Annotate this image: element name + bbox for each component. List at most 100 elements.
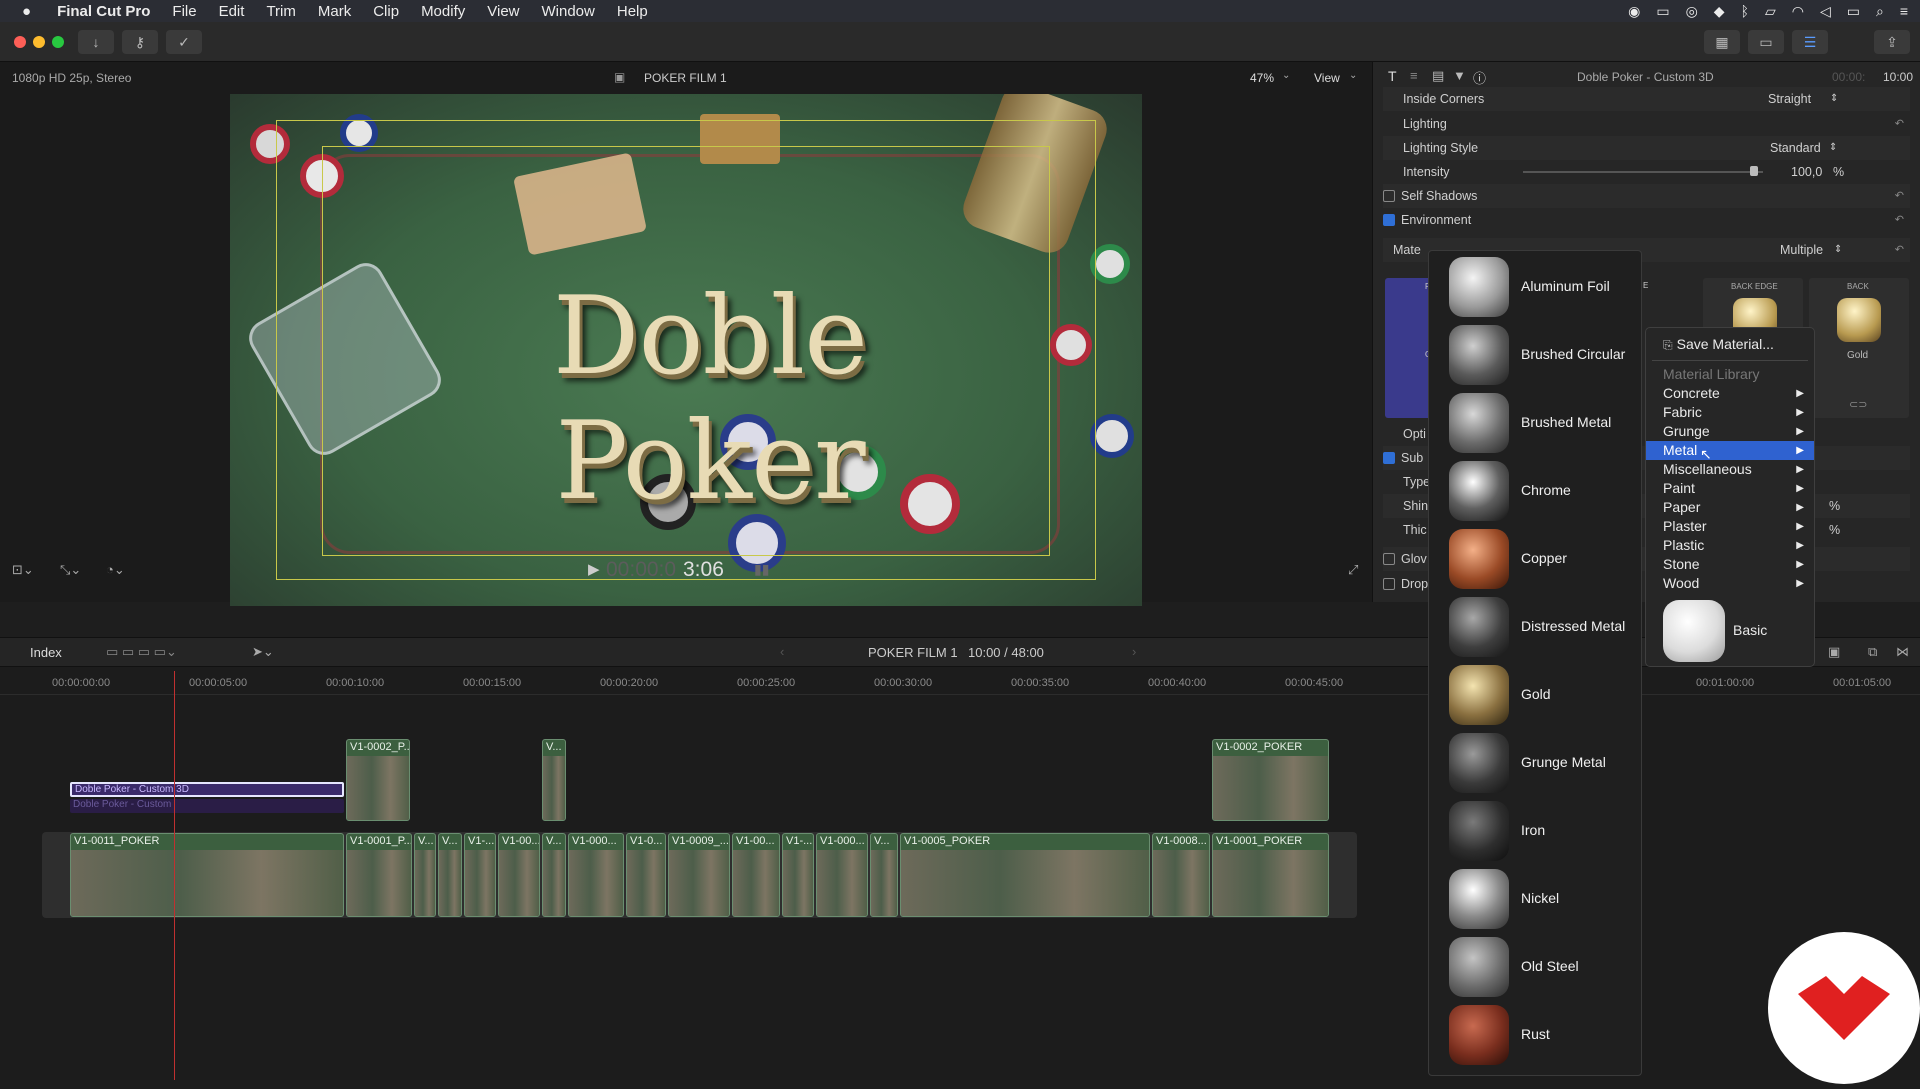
menu-item-basic[interactable]: Basic bbox=[1646, 598, 1814, 662]
speed-icon[interactable]: ◔⌄ bbox=[106, 562, 125, 578]
material-rust[interactable]: Rust bbox=[1449, 1005, 1639, 1065]
forward-arrow-icon[interactable]: › bbox=[1132, 644, 1136, 659]
menu-clip[interactable]: Clip bbox=[373, 3, 399, 20]
close-window-button[interactable] bbox=[14, 36, 26, 48]
view-options-icon[interactable]: ⊡⌄ bbox=[12, 562, 34, 578]
self-shadows-checkbox[interactable] bbox=[1383, 190, 1395, 202]
storyline-clip[interactable]: V1-00... bbox=[732, 833, 780, 917]
timeline-toggle-button[interactable]: ▭ bbox=[1748, 30, 1784, 54]
creative-cloud-icon[interactable]: ◎ bbox=[1686, 3, 1698, 20]
bluetooth-icon[interactable]: ᛒ bbox=[1741, 3, 1749, 20]
dropbox-icon[interactable]: ◆ bbox=[1714, 3, 1725, 20]
volume-icon[interactable]: ◁ bbox=[1820, 3, 1831, 20]
material-aluminum-foil[interactable]: Aluminum Foil bbox=[1449, 257, 1639, 317]
material-brushed-metal[interactable]: Brushed Metal bbox=[1449, 393, 1639, 453]
index-button[interactable]: Index bbox=[30, 645, 62, 660]
storyline-clip[interactable]: V... bbox=[438, 833, 462, 917]
text-inspector-icon[interactable]: ≡ bbox=[1410, 68, 1418, 83]
clip-appearance-icon[interactable]: ▣ bbox=[1828, 644, 1840, 660]
menu-window[interactable]: Window bbox=[542, 3, 595, 20]
menu-item-wood[interactable]: Wood ▶ bbox=[1646, 574, 1814, 593]
import-button[interactable]: ↓ bbox=[78, 30, 114, 54]
search-icon[interactable]: ⌕ bbox=[1876, 3, 1884, 20]
material-copper[interactable]: Copper bbox=[1449, 529, 1639, 589]
screen-icon[interactable]: ▭ bbox=[1656, 3, 1669, 20]
reset-icon[interactable]: ↶ bbox=[1895, 208, 1904, 232]
color-inspector-icon[interactable]: ▼ bbox=[1453, 68, 1466, 83]
3d-title-text[interactable]: Doble Poker bbox=[400, 274, 1020, 524]
material-gold[interactable]: Gold bbox=[1449, 665, 1639, 725]
video-inspector-icon[interactable]: ▤ bbox=[1432, 68, 1444, 84]
material-popup[interactable]: Multiple bbox=[1780, 238, 1823, 262]
timecode-display[interactable]: 3:06 bbox=[683, 558, 724, 582]
storyline-clip[interactable]: V1-0001_POKER bbox=[1212, 833, 1329, 917]
menu-item-stone[interactable]: Stone ▶ bbox=[1646, 555, 1814, 574]
lighting-row[interactable]: Lighting ↶ bbox=[1383, 112, 1910, 136]
back-material-well[interactable]: BACK Gold bbox=[1809, 278, 1909, 418]
fullscreen-icon[interactable]: ⤢ bbox=[1348, 562, 1358, 578]
material-distressed-metal[interactable]: Distressed Metal bbox=[1449, 597, 1639, 657]
transform-icon[interactable]: ⤡⌄ bbox=[60, 562, 81, 578]
transitions-icon[interactable]: ⋈ bbox=[1896, 644, 1909, 660]
share-button[interactable]: ⇪ bbox=[1874, 30, 1910, 54]
storyline-clip[interactable]: V... bbox=[542, 833, 566, 917]
record-icon[interactable]: ◉ bbox=[1628, 3, 1640, 20]
edit-buttons-icon[interactable]: ▭ ▭ ▭ ▭⌄ bbox=[106, 644, 177, 660]
menu-item-paper[interactable]: Paper ▶ bbox=[1646, 498, 1814, 517]
back-arrow-icon[interactable]: ‹ bbox=[780, 644, 784, 659]
battery-icon[interactable]: ▭ bbox=[1847, 3, 1860, 20]
background-tasks-button[interactable]: ✓ bbox=[166, 30, 202, 54]
material-brushed-circular[interactable]: Brushed Circular bbox=[1449, 325, 1639, 385]
connected-clip[interactable]: V1-0002_POKER bbox=[1212, 739, 1329, 821]
app-menu[interactable]: Final Cut Pro bbox=[57, 3, 150, 20]
zoom-dropdown[interactable]: 47% bbox=[1250, 71, 1274, 85]
storyline-clip[interactable]: V1-0008... bbox=[1152, 833, 1210, 917]
menu-item-paint[interactable]: Paint ▶ bbox=[1646, 479, 1814, 498]
storyline-clip[interactable]: V1-0001_P... bbox=[346, 833, 412, 917]
view-dropdown[interactable]: View bbox=[1314, 71, 1340, 85]
storyline-clip[interactable]: V1-00... bbox=[498, 833, 540, 917]
info-icon[interactable]: ⓘ bbox=[1473, 68, 1486, 87]
play-icon[interactable]: ▶ bbox=[588, 560, 600, 578]
keyword-button[interactable]: ⚷ bbox=[122, 30, 158, 54]
storyline-clip[interactable]: V1-000... bbox=[568, 833, 624, 917]
menu-view[interactable]: View bbox=[487, 3, 519, 20]
title-inspector-icon[interactable]: T bbox=[1388, 68, 1397, 84]
material-chrome[interactable]: Chrome bbox=[1449, 461, 1639, 521]
menu-item-plaster[interactable]: Plaster ▶ bbox=[1646, 517, 1814, 536]
storyline-clip[interactable]: V... bbox=[870, 833, 898, 917]
menu-file[interactable]: File bbox=[172, 3, 196, 20]
browser-toggle-button[interactable]: ▦ bbox=[1704, 30, 1740, 54]
connected-clip[interactable]: V1-0002_P... bbox=[346, 739, 410, 821]
menu-modify[interactable]: Modify bbox=[421, 3, 465, 20]
connected-clip[interactable]: V... bbox=[542, 739, 566, 821]
menu-item-plastic[interactable]: Plastic ▶ bbox=[1646, 536, 1814, 555]
menu-item-concrete[interactable]: Concrete ▶ bbox=[1646, 384, 1814, 403]
reset-icon[interactable]: ↶ bbox=[1895, 184, 1904, 208]
title-clip-selected[interactable]: Doble Poker - Custom 3D bbox=[70, 782, 344, 797]
wifi-icon[interactable]: ◠ bbox=[1792, 3, 1804, 20]
menu-item-metal[interactable]: Metal ▶ bbox=[1646, 441, 1814, 460]
apple-icon[interactable]: ● bbox=[22, 3, 31, 20]
playhead[interactable] bbox=[174, 671, 175, 1080]
substance-checkbox[interactable] bbox=[1383, 452, 1395, 464]
menu-extras-icon[interactable]: ≡ bbox=[1900, 3, 1908, 20]
storyline-clip[interactable]: V1-0005_POKER bbox=[900, 833, 1150, 917]
menu-help[interactable]: Help bbox=[617, 3, 648, 20]
menu-trim[interactable]: Trim bbox=[266, 3, 295, 20]
menu-item-miscellaneous[interactable]: Miscellaneous ▶ bbox=[1646, 460, 1814, 479]
select-tool-icon[interactable]: ➤⌄ bbox=[252, 644, 274, 660]
minimize-window-button[interactable] bbox=[33, 36, 45, 48]
drop-shadow-checkbox[interactable] bbox=[1383, 578, 1395, 590]
menu-mark[interactable]: Mark bbox=[318, 3, 351, 20]
storyline-clip[interactable]: V1-0009_... bbox=[668, 833, 730, 917]
storyline-clip[interactable]: V1-0... bbox=[626, 833, 666, 917]
menu-edit[interactable]: Edit bbox=[219, 3, 245, 20]
reset-icon[interactable]: ↶ bbox=[1895, 238, 1904, 262]
airplay-icon[interactable]: ▱ bbox=[1765, 3, 1776, 20]
effects-browser-icon[interactable]: ⧉ bbox=[1868, 644, 1877, 660]
storyline-clip[interactable]: V1-0011_POKER bbox=[70, 833, 344, 917]
menu-item-fabric[interactable]: Fabric ▶ bbox=[1646, 403, 1814, 422]
environment-checkbox[interactable] bbox=[1383, 214, 1395, 226]
video-frame[interactable]: Doble Poker bbox=[230, 94, 1142, 606]
